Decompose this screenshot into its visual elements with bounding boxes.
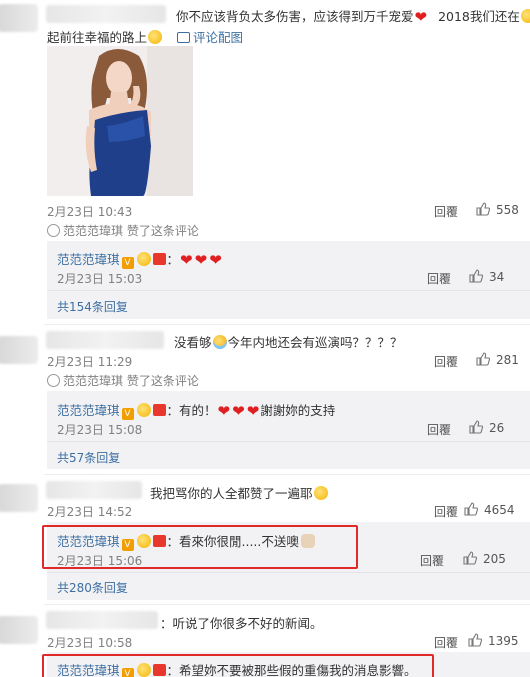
reply-button[interactable]: 回覆: [434, 634, 458, 651]
reply-text: 范范范瑋琪 V ：有的！❤ ❤ ❤謝謝妳的支持: [57, 402, 336, 420]
like-button[interactable]: 34: [469, 269, 504, 284]
wink-face-icon: [148, 30, 163, 44]
more-replies-link[interactable]: 共280条回复: [57, 579, 128, 596]
thumbs-up-icon: [463, 551, 477, 565]
commenter-name[interactable]: [46, 611, 158, 629]
verified-badge-icon: V: [121, 408, 134, 420]
comment-text: 没看够 今年内地还会有巡演吗？？？？: [174, 335, 403, 350]
smile-face-icon: [136, 252, 151, 266]
liked-by: 范范范瑋琪 赞了这条评论: [47, 372, 199, 389]
liked-by: 范范范瑋琪 赞了这条评论: [47, 222, 199, 239]
highlight-frame: [42, 525, 358, 569]
reply-button[interactable]: 回覆: [420, 552, 444, 569]
divider: [44, 324, 530, 325]
verified-badge-icon: V: [121, 257, 134, 269]
wink-face-icon: [520, 9, 530, 23]
comment-text: ：听说了你很多不好的新闻。: [160, 616, 323, 631]
heart-icon: ❤: [194, 251, 208, 269]
comment-text: 我把骂你的人全都赞了一遍耶: [150, 483, 329, 502]
like-button[interactable]: 558: [476, 202, 519, 217]
reply-text: 范范范瑋琪 V ：❤ ❤ ❤: [57, 251, 222, 269]
heart-icon: ❤: [209, 251, 222, 269]
view-image-link[interactable]: 评论配图: [177, 30, 243, 45]
reply-button[interactable]: 回覆: [427, 270, 451, 287]
smile-face-icon: [136, 403, 151, 417]
thumbs-up-icon: [469, 420, 483, 434]
reply-author[interactable]: 范范范瑋琪: [57, 252, 120, 267]
like-circle-icon: [47, 374, 60, 387]
member-badge-icon: [152, 253, 166, 265]
thumbs-up-icon: [468, 633, 482, 647]
comment-date: 2月23日 11:29: [47, 355, 133, 369]
more-replies-link[interactable]: 共154条回复: [57, 298, 128, 315]
commenter-name[interactable]: [46, 481, 142, 499]
crying-face-icon: [212, 335, 227, 349]
like-button[interactable]: 4654: [464, 502, 515, 517]
like-button[interactable]: 205: [463, 551, 506, 566]
divider: [44, 604, 530, 605]
thumbs-up-icon: [476, 352, 490, 366]
like-button[interactable]: 281: [476, 352, 519, 367]
woman-blue-dress-image: [47, 46, 193, 196]
heart-icon: ❤: [232, 402, 245, 420]
thumbs-up-icon: [464, 502, 478, 516]
comment-image[interactable]: [47, 46, 193, 196]
relieved-face-icon: [313, 486, 328, 500]
comment-date: 2月23日 10:58: [47, 636, 133, 650]
reply-button[interactable]: 回覆: [427, 421, 451, 438]
like-button[interactable]: 1395: [468, 633, 519, 648]
commenter-name[interactable]: [46, 5, 166, 23]
heart-icon: ❤: [180, 251, 193, 269]
heart-icon: ❤: [217, 402, 231, 420]
reply-button[interactable]: 回覆: [434, 503, 458, 520]
divider: [47, 441, 530, 442]
divider: [44, 474, 530, 475]
reply-button[interactable]: 回覆: [434, 353, 458, 370]
comment-date: 2月23日 14:52: [47, 505, 133, 519]
heart-icon: ❤: [414, 8, 428, 26]
reply-button[interactable]: 回覆: [434, 203, 458, 220]
member-badge-icon: [152, 404, 166, 416]
reply-date: 2月23日 15:03: [57, 272, 143, 286]
more-replies-link[interactable]: 共57条回复: [57, 449, 120, 466]
commenter-name[interactable]: [46, 331, 164, 349]
like-button[interactable]: 26: [469, 420, 504, 435]
image-icon: [177, 32, 190, 43]
comment-feed: 你不应该背负太多伤害，应该得到万千宠爱❤ 2018我们还在一 起前往幸福的路上 …: [0, 0, 530, 677]
comment-text-line2: 起前往幸福的路上 评论配图: [47, 30, 244, 45]
reply-author[interactable]: 范范范瑋琪: [57, 403, 120, 418]
comment-date: 2月23日 10:43: [47, 205, 133, 219]
divider: [47, 572, 530, 573]
highlight-frame: [42, 654, 434, 677]
avatar[interactable]: [0, 616, 38, 644]
comment-text: 你不应该背负太多伤害，应该得到万千宠爱❤ 2018我们还在一: [176, 6, 530, 25]
thumbs-up-icon: [469, 269, 483, 283]
like-circle-icon: [47, 224, 60, 237]
divider: [47, 290, 530, 291]
reply-date: 2月23日 15:08: [57, 423, 143, 437]
thumbs-up-icon: [476, 202, 490, 216]
avatar[interactable]: [0, 336, 38, 364]
avatar[interactable]: [0, 4, 38, 32]
heart-icon: ❤: [246, 402, 260, 420]
avatar[interactable]: [0, 484, 38, 512]
